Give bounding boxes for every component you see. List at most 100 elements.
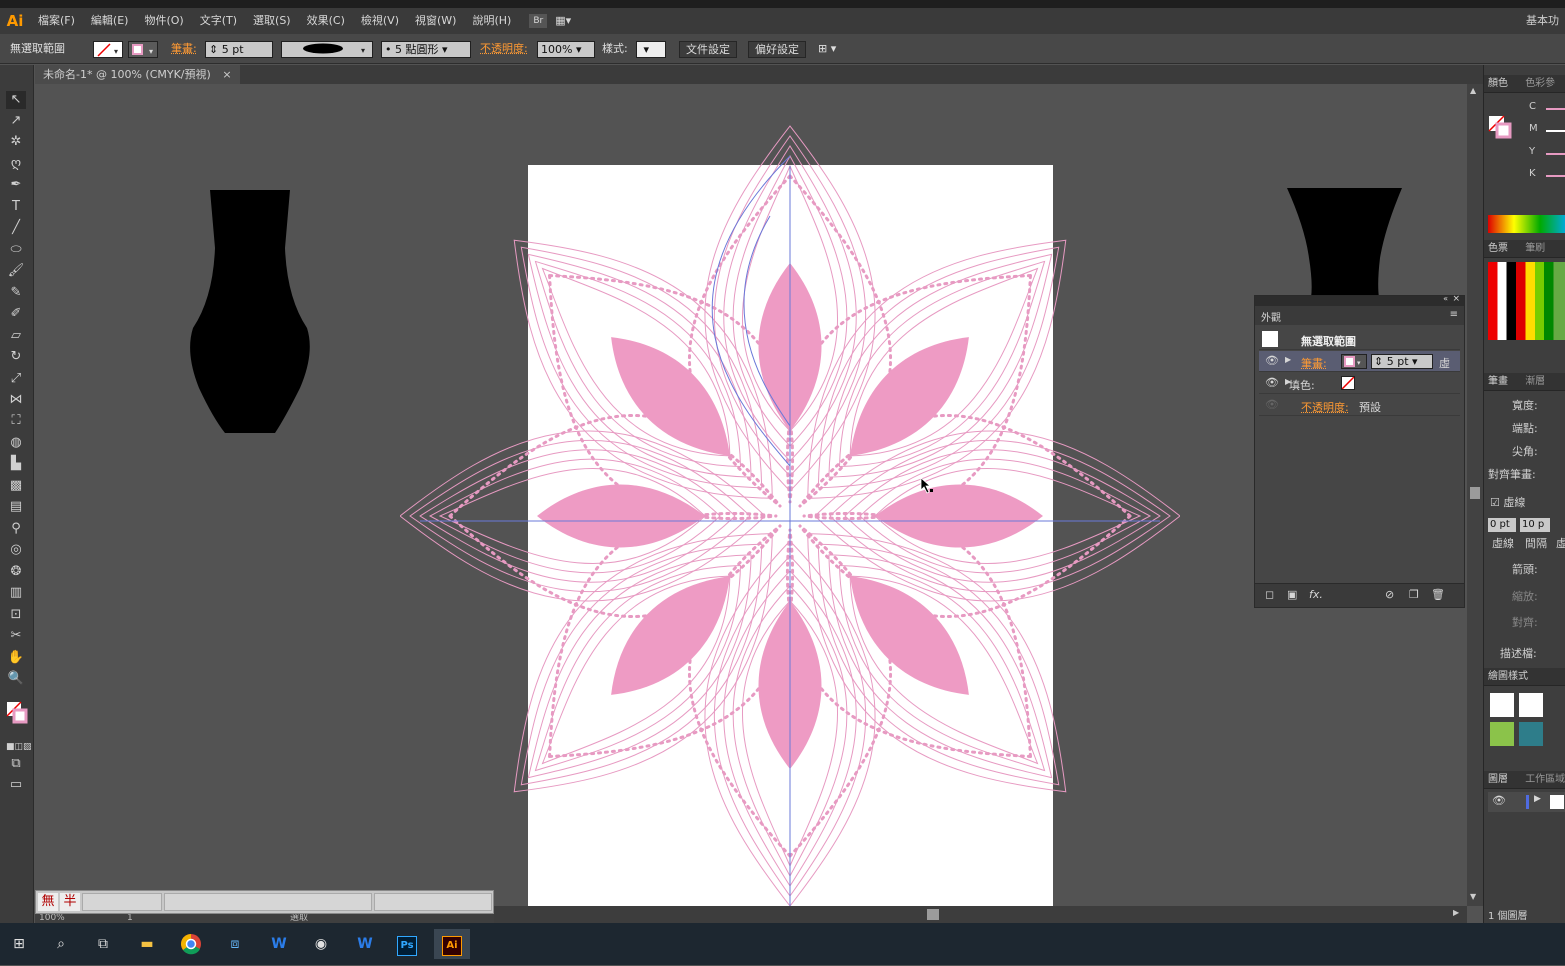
status-mode[interactable]: 選取 — [290, 913, 308, 923]
slice-tool-icon[interactable]: ✂ — [6, 627, 26, 645]
bridge-icon[interactable]: Br — [529, 14, 548, 28]
cmyk-y-slider[interactable] — [1546, 153, 1565, 155]
collapse-panel-icon[interactable]: « — [1443, 294, 1448, 303]
close-panel-icon[interactable]: × — [1452, 294, 1460, 304]
direct-selection-tool-icon[interactable]: ↗ — [6, 112, 26, 130]
color-spectrum[interactable] — [1488, 215, 1565, 233]
search-icon[interactable]: ⌕ — [46, 929, 76, 959]
opacity-input[interactable]: 100% ▾ — [537, 41, 595, 58]
pencil-tool-icon[interactable]: ✎ — [6, 284, 26, 302]
layers-tab[interactable]: 圖層 — [1488, 774, 1508, 785]
ime-mode-button[interactable]: 無 — [38, 893, 58, 911]
scale-tool-icon[interactable]: ⤢ — [6, 370, 26, 388]
flower-artwork[interactable] — [400, 121, 1180, 906]
photoshop-icon[interactable]: Ps — [392, 929, 422, 959]
stroke-label[interactable]: 筆畫: — [171, 41, 197, 58]
column-graph-tool-icon[interactable]: ▥ — [6, 584, 26, 602]
brush-definition[interactable]: • 5 點圓形 ▾ — [381, 41, 471, 58]
scroll-down-icon[interactable]: ▼ — [1470, 892, 1476, 901]
stroke-swatch[interactable]: ▾ — [128, 41, 158, 58]
stroke-visibility-icon[interactable]: 👁 — [1265, 354, 1279, 367]
stroke-weight-input[interactable]: ⇕ 5 pt — [205, 41, 273, 58]
appearance-stroke-swatch[interactable]: ▾ — [1341, 354, 1367, 369]
clear-appearance-icon[interactable]: ⊘ — [1385, 588, 1394, 601]
symbol-sprayer-tool-icon[interactable]: ❂ — [6, 563, 26, 581]
task-view-icon[interactable]: ⧉ — [88, 929, 118, 959]
horizontal-scroll-thumb[interactable] — [927, 909, 939, 920]
free-transform-tool-icon[interactable]: ⛶ — [6, 412, 26, 430]
gradient-tab[interactable]: 漸層 — [1525, 376, 1545, 387]
chrome-icon[interactable] — [176, 929, 206, 959]
menu-effect[interactable]: 效果(C) — [299, 8, 353, 34]
webex-icon[interactable]: W — [264, 929, 294, 959]
stroke-tab[interactable]: 筆畫 — [1488, 376, 1508, 387]
vase-shape-left[interactable] — [185, 188, 315, 434]
vase-shape-right[interactable] — [1285, 188, 1405, 298]
ime-halfwidth-button[interactable]: 半 — [60, 893, 80, 911]
zoom-tool-icon[interactable]: 🔍 — [6, 670, 26, 688]
lasso-tool-icon[interactable]: ღ — [6, 155, 26, 173]
document-setup-button[interactable]: 文件設定 — [679, 41, 737, 58]
delete-item-icon[interactable]: 🗑 — [1431, 588, 1445, 601]
graphic-style-picker[interactable]: ▾ — [636, 41, 666, 58]
appearance-fill-swatch[interactable] — [1341, 376, 1355, 390]
graphic-style-none[interactable] — [1519, 693, 1543, 717]
width-tool-icon[interactable]: ⋈ — [6, 391, 26, 409]
paintbrush-tool-icon[interactable]: 🖌 — [6, 262, 26, 280]
fill-stroke-indicator[interactable] — [6, 698, 28, 734]
screen-mode-icon[interactable]: ▭ — [6, 776, 26, 794]
dashed-line-checkbox[interactable]: ☑ 虛線 — [1490, 494, 1525, 510]
color-guide-tab[interactable]: 色彩參 — [1525, 78, 1555, 89]
preferences-button[interactable]: 偏好設定 — [748, 41, 806, 58]
menu-file[interactable]: 檔案(F) — [30, 8, 83, 34]
fill-visibility-icon[interactable]: 👁 — [1265, 376, 1279, 389]
swatches-panel-tabs[interactable]: 色票 筆刷 — [1484, 240, 1565, 258]
perspective-grid-tool-icon[interactable]: ▙ — [6, 455, 26, 473]
hand-tool-icon[interactable]: ✋ — [6, 649, 26, 667]
blob-brush-tool-icon[interactable]: ✐ — [6, 305, 26, 323]
appearance-stroke-extra[interactable]: 虛 — [1439, 355, 1450, 371]
gradient-tool-icon[interactable]: ▤ — [6, 498, 26, 516]
stroke-panel-tabs[interactable]: 筆畫 漸層 — [1484, 373, 1565, 391]
rotate-tool-icon[interactable]: ↻ — [6, 348, 26, 366]
workspace-switcher[interactable]: 基本功 — [1526, 8, 1559, 34]
menu-select[interactable]: 選取(S) — [245, 8, 299, 34]
artboard-number[interactable]: 1 — [127, 913, 133, 923]
menu-window[interactable]: 視窗(W) — [407, 8, 464, 34]
type-tool-icon[interactable]: T — [6, 198, 26, 216]
swatches-grid[interactable] — [1488, 262, 1565, 340]
line-tool-icon[interactable]: ╱ — [6, 219, 26, 237]
appearance-stroke-row[interactable]: 👁 ▶ 筆畫: ▾ ⇕ 5 pt ▾ 虛 — [1259, 351, 1460, 372]
appearance-panel-grip[interactable]: « × — [1255, 294, 1464, 306]
vertical-scroll-thumb[interactable] — [1470, 487, 1480, 499]
blend-tool-icon[interactable]: ◎ — [6, 541, 26, 559]
network-app-icon[interactable]: ⧈ — [220, 929, 250, 959]
mesh-tool-icon[interactable]: ▩ — [6, 477, 26, 495]
cmyk-k-slider[interactable] — [1546, 175, 1565, 177]
graphic-style-default[interactable] — [1490, 693, 1514, 717]
appearance-stroke-weight[interactable]: ⇕ 5 pt ▾ — [1371, 354, 1433, 369]
arrange-documents-icon[interactable]: ▦▾ — [547, 8, 579, 34]
layers-panel-tabs[interactable]: 圖層 工作區域 — [1484, 771, 1565, 789]
color-mode-icon[interactable]: ■◫▨ — [6, 738, 32, 756]
magic-wand-tool-icon[interactable]: ✲ — [6, 133, 26, 151]
layer-expand-icon[interactable]: ▶ — [1534, 794, 1541, 804]
color-panel-fill-stroke[interactable] — [1488, 115, 1516, 144]
variable-width-profile[interactable]: ▾ — [281, 41, 373, 58]
appearance-fill-row[interactable]: 👁 ▶ 填色: — [1259, 373, 1460, 394]
fill-swatch[interactable]: ▾ — [93, 41, 123, 58]
appearance-opacity-label[interactable]: 不透明度: — [1301, 399, 1349, 415]
appearance-opacity-row[interactable]: 👁 不透明度: 預設 — [1259, 395, 1460, 416]
file-explorer-icon[interactable]: ▬ — [132, 929, 162, 959]
artboard-tool-icon[interactable]: ⊡ — [6, 606, 26, 624]
cmyk-m-slider[interactable] — [1546, 130, 1565, 132]
webex-icon-2[interactable]: W — [350, 929, 380, 959]
opacity-label[interactable]: 不透明度: — [480, 41, 528, 58]
stroke-expand-icon[interactable]: ▶ — [1285, 355, 1291, 364]
selection-tool-icon[interactable]: ↖ — [6, 91, 26, 109]
add-effect-icon[interactable]: fx. — [1309, 588, 1323, 601]
drawing-mode-icon[interactable]: ⧉ — [6, 755, 26, 773]
dash-input[interactable]: 0 pt — [1488, 518, 1516, 532]
graphic-style-teal[interactable] — [1519, 722, 1543, 746]
scroll-up-icon[interactable]: ▲ — [1470, 86, 1476, 95]
